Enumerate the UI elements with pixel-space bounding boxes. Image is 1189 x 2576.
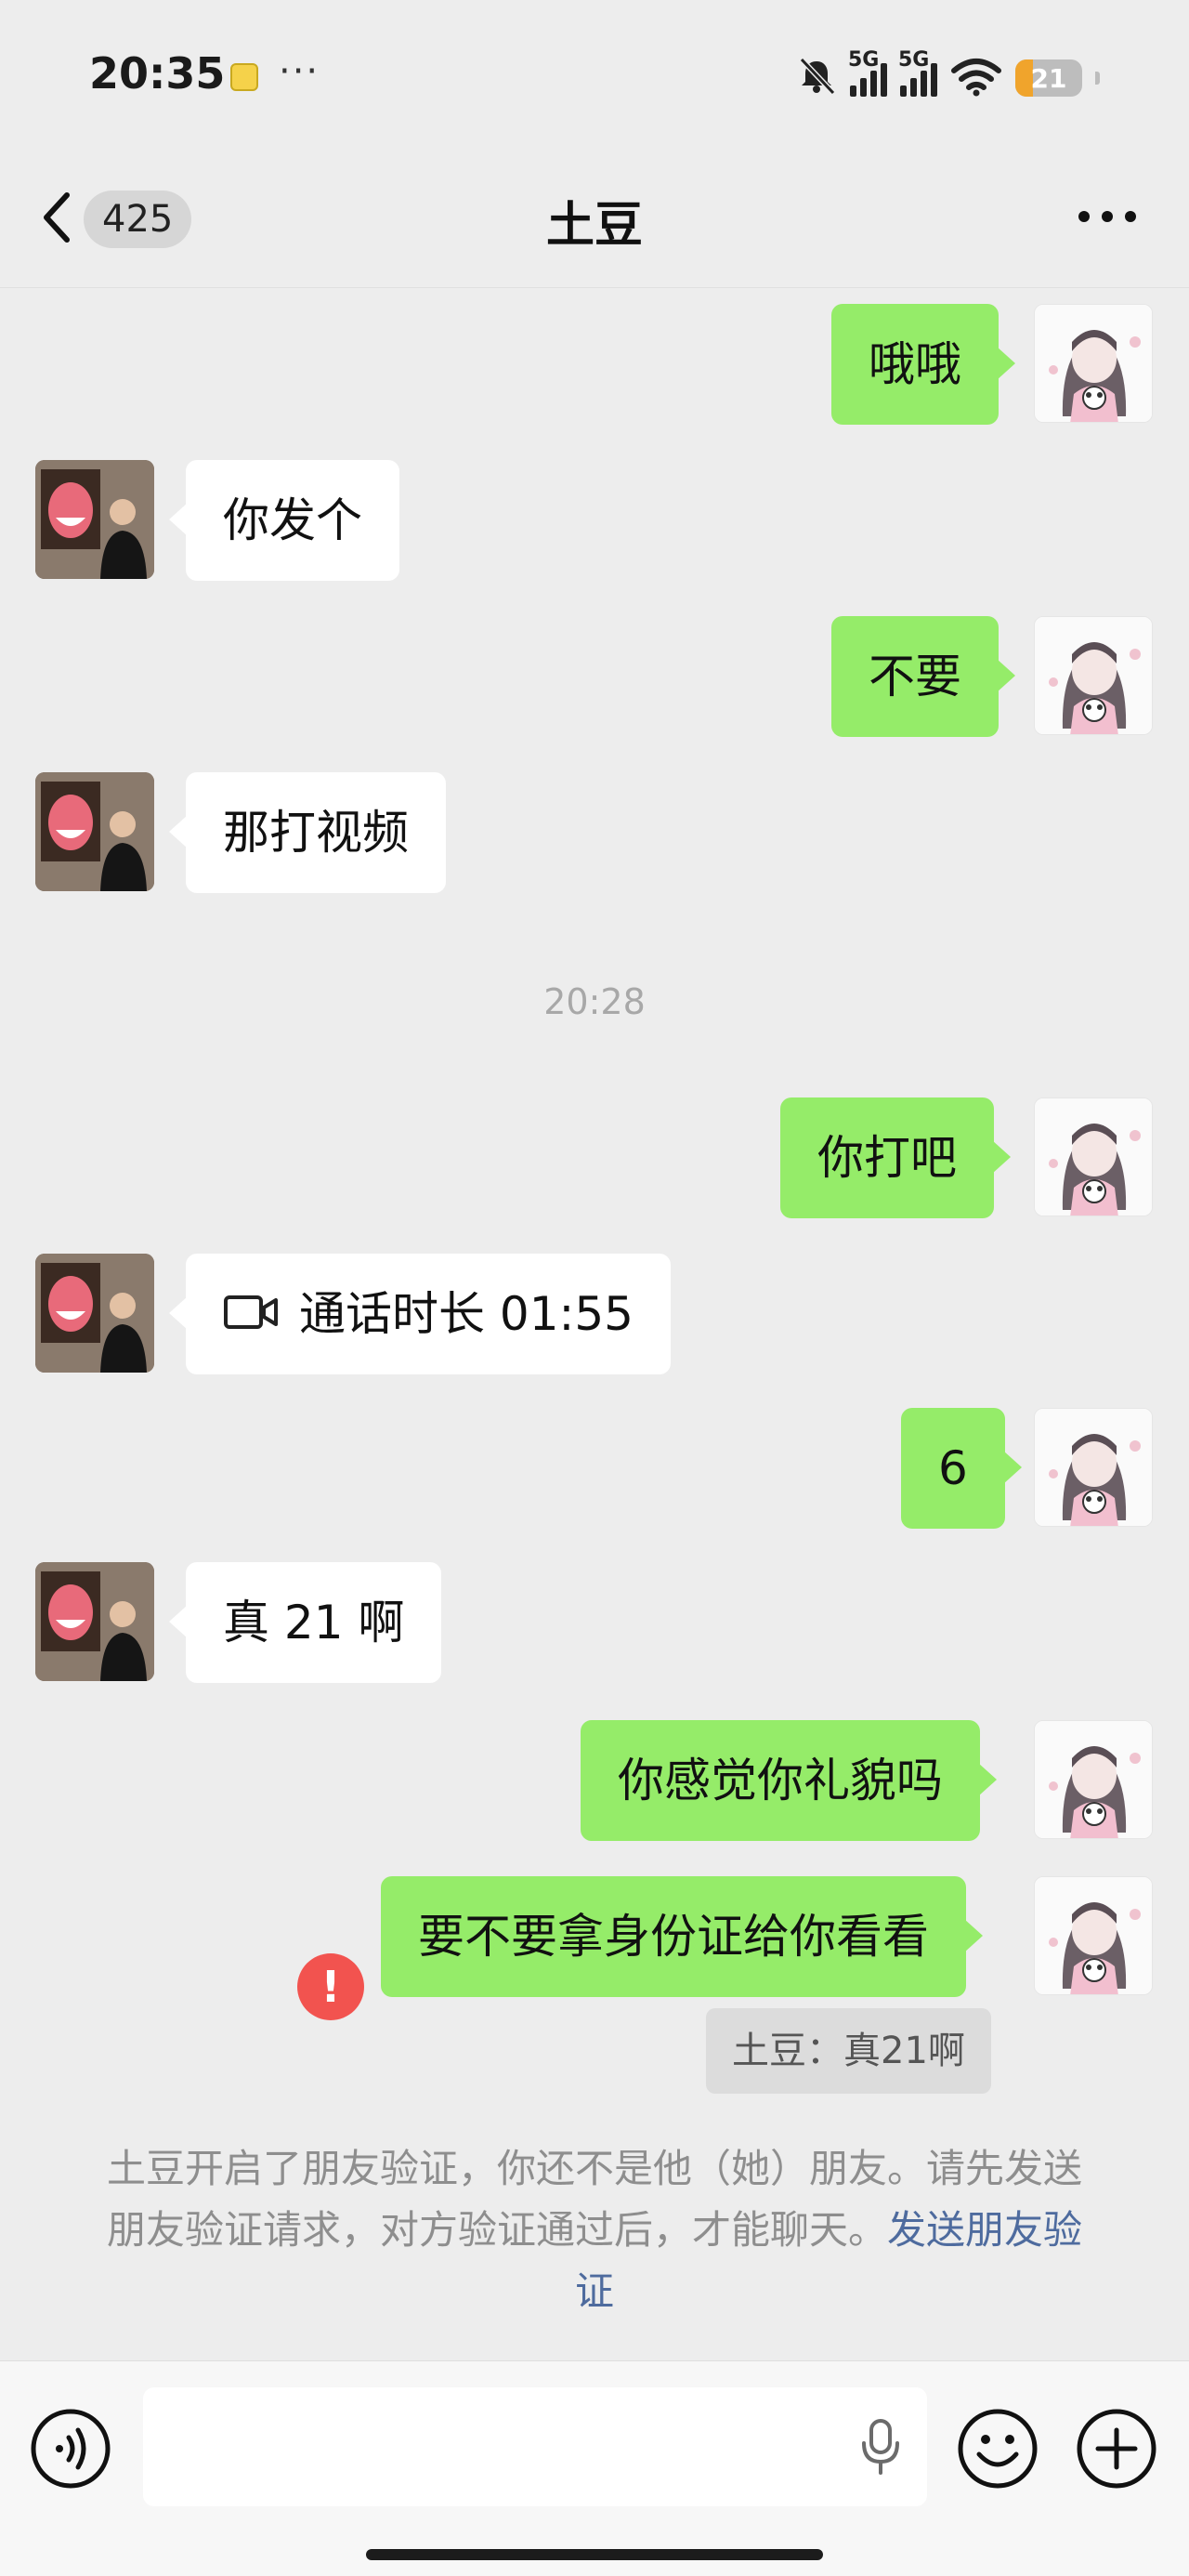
- more-icon: [1078, 209, 1137, 227]
- contact-avatar[interactable]: [35, 460, 154, 579]
- network-type-label: 5G: [898, 48, 930, 72]
- signal-icon: 5G: [898, 48, 937, 97]
- message-bubble-incoming[interactable]: 你发个: [169, 460, 399, 581]
- contact-photo-icon: [35, 460, 154, 579]
- status-bar: 20:35 ··· 5G 5G 21: [0, 0, 1189, 149]
- girl-avatar-icon: [1035, 1098, 1152, 1216]
- girl-avatar-icon: [1035, 1409, 1152, 1526]
- message-bubble-outgoing[interactable]: 要不要拿身份证给你看看: [381, 1876, 983, 1997]
- emoji-button[interactable]: [957, 2408, 1039, 2490]
- girl-avatar-icon: [1035, 1721, 1152, 1838]
- voice-mode-button[interactable]: [30, 2408, 111, 2490]
- message-bubble-outgoing[interactable]: 你打吧: [780, 1097, 1011, 1218]
- quoted-message[interactable]: 土豆：真21啊: [706, 2008, 991, 2094]
- send-failed-icon[interactable]: !: [297, 1953, 364, 2020]
- friend-verification-notice: 土豆开启了朋友验证，你还不是他（她）朋友。请先发送朋友验证请求，对方验证通过后，…: [93, 2138, 1096, 2322]
- contact-avatar[interactable]: [35, 1254, 154, 1373]
- mute-bell-icon: [796, 56, 837, 100]
- contact-photo-icon: [35, 1254, 154, 1373]
- message-bubble-outgoing[interactable]: 6: [901, 1408, 1022, 1529]
- nav-bar: 425 土豆: [0, 149, 1189, 288]
- battery-icon: 21: [1015, 59, 1082, 97]
- my-avatar[interactable]: [1034, 304, 1153, 423]
- page-title: 土豆: [545, 198, 643, 254]
- girl-avatar-icon: [1035, 305, 1152, 422]
- message-list[interactable]: 哦哦 你发个 不要 那打视频 20:28 你打吧 通话时长 01:55 6 真 …: [0, 289, 1189, 2360]
- chat-screen: 20:35 ··· 5G 5G 21 425 土豆 哦哦 你发个 不要 那打视频…: [0, 0, 1189, 2576]
- my-avatar[interactable]: [1034, 1408, 1153, 1527]
- battery-tip: [1095, 72, 1100, 85]
- more-notifications-indicator: ···: [279, 50, 320, 93]
- girl-avatar-icon: [1035, 617, 1152, 734]
- message-bubble-incoming[interactable]: 真 21 啊: [168, 1562, 442, 1683]
- contact-photo-icon: [35, 1562, 154, 1681]
- voice-icon: [31, 2409, 111, 2489]
- network-type-label: 5G: [848, 48, 880, 72]
- contact-avatar[interactable]: [35, 772, 154, 891]
- my-avatar[interactable]: [1034, 1720, 1153, 1839]
- message-bubble-outgoing[interactable]: 不要: [831, 616, 1015, 737]
- status-icons: 5G 5G 21: [796, 48, 1100, 104]
- message-timestamp: 20:28: [543, 981, 646, 1022]
- status-time: 20:35: [89, 48, 226, 99]
- home-indicator[interactable]: [366, 2549, 823, 2560]
- microphone-icon[interactable]: [860, 2419, 901, 2475]
- girl-avatar-icon: [1035, 1877, 1152, 1994]
- notification-app-icon: [230, 63, 258, 91]
- signal-icon: 5G: [848, 48, 887, 97]
- my-avatar[interactable]: [1034, 1097, 1153, 1216]
- plus-icon: [1077, 2409, 1156, 2489]
- my-avatar[interactable]: [1034, 1876, 1153, 1995]
- call-duration-text: 通话时长 01:55: [299, 1287, 634, 1341]
- contact-photo-icon: [35, 772, 154, 891]
- contact-avatar[interactable]: [35, 1562, 154, 1681]
- emoji-icon: [958, 2409, 1038, 2489]
- more-functions-button[interactable]: [1076, 2408, 1157, 2490]
- message-input[interactable]: [143, 2387, 927, 2506]
- message-bubble-outgoing[interactable]: 哦哦: [831, 304, 1015, 425]
- video-call-record-bubble[interactable]: 通话时长 01:55: [169, 1254, 671, 1374]
- more-options-button[interactable]: [1070, 190, 1144, 245]
- video-call-icon: [223, 1254, 279, 1374]
- message-bubble-incoming[interactable]: 那打视频: [169, 772, 446, 893]
- my-avatar[interactable]: [1034, 616, 1153, 735]
- battery-level: 21: [1030, 62, 1067, 94]
- message-bubble-outgoing[interactable]: 你感觉你礼貌吗: [581, 1720, 997, 1841]
- wifi-icon: [950, 56, 1002, 100]
- input-bar: [0, 2360, 1189, 2576]
